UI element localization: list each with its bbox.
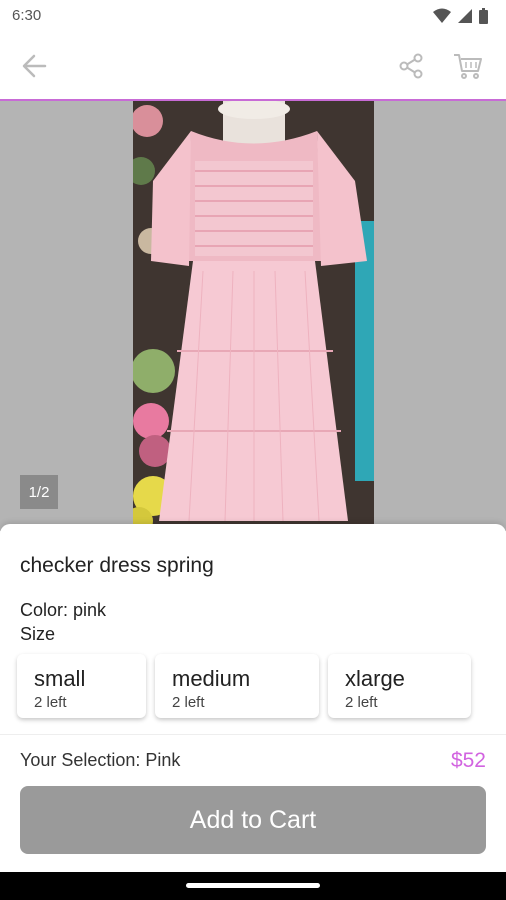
- cart-icon: [454, 54, 482, 79]
- back-button[interactable]: [16, 48, 52, 84]
- share-button[interactable]: [393, 48, 429, 84]
- size-option-name: medium: [172, 666, 251, 691]
- divider: [0, 734, 506, 735]
- status-time: 6:30: [12, 7, 42, 24]
- cart-button[interactable]: [450, 48, 486, 84]
- arrow-left-icon: [22, 54, 47, 78]
- size-label: Size: [20, 624, 56, 644]
- status-icons: [433, 8, 488, 24]
- signal-icon: [458, 9, 472, 23]
- app-bar: [0, 32, 506, 101]
- product-color: Color: pink: [20, 600, 107, 620]
- add-to-cart-button[interactable]: Add to Cart: [20, 786, 486, 854]
- price: $52: [450, 749, 486, 772]
- product-details-sheet: checker dress spring Color: pink Size sm…: [0, 524, 506, 900]
- size-option-stock: 2 left: [34, 694, 67, 711]
- size-option-small[interactable]: small 2 left: [17, 654, 146, 718]
- size-option-stock: 2 left: [345, 694, 378, 711]
- status-bar: 6:30: [0, 0, 506, 32]
- system-nav-bar: [0, 872, 506, 900]
- size-option-medium[interactable]: medium 2 left: [155, 654, 319, 718]
- product-image-carousel[interactable]: 1/2: [0, 101, 506, 531]
- product-title: checker dress spring: [20, 554, 214, 577]
- size-option-xlarge[interactable]: xlarge 2 left: [328, 654, 471, 718]
- wifi-icon: [433, 8, 451, 23]
- image-page-indicator: 1/2: [20, 475, 58, 509]
- size-option-name: xlarge: [345, 666, 405, 691]
- product-photo: [133, 101, 374, 531]
- size-option-name: small: [34, 666, 86, 691]
- selection-summary: Your Selection: Pink: [20, 750, 181, 770]
- battery-icon: [479, 8, 488, 24]
- size-option-stock: 2 left: [172, 694, 205, 711]
- share-icon: [399, 53, 423, 79]
- home-gesture-handle[interactable]: [186, 883, 320, 888]
